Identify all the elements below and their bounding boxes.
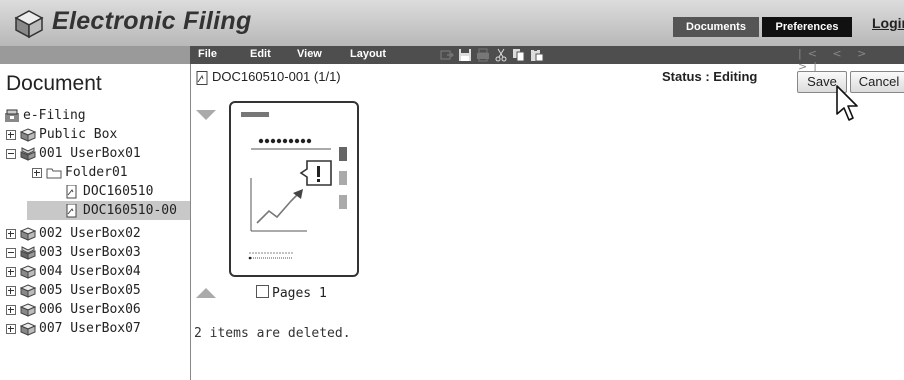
folder-icon [46, 168, 62, 178]
tree-item-label: 004 UserBox04 [39, 264, 141, 279]
expand-icon[interactable] [6, 129, 16, 140]
tree-item-label: Folder01 [65, 165, 128, 180]
save-icon[interactable] [458, 48, 472, 62]
tree-item-userbox07[interactable]: 007 UserBox07 [6, 319, 141, 338]
box-icon [20, 321, 36, 336]
tree-item-label: 003 UserBox03 [39, 245, 141, 260]
scroll-up-arrow-icon[interactable] [196, 110, 216, 120]
page-checkbox-label: Pages 1 [272, 286, 327, 301]
open-box-icon [20, 245, 36, 260]
page-thumbnail[interactable] [229, 101, 359, 277]
document-icon [196, 71, 208, 85]
page-checkbox[interactable] [256, 285, 269, 298]
tree-item-userbox01[interactable]: 001 UserBox01 [6, 144, 141, 163]
tree-item-efiling[interactable]: e-Filing [4, 106, 86, 125]
cut-icon[interactable] [494, 48, 508, 62]
expand-icon[interactable] [6, 304, 16, 315]
menu-view[interactable]: View [297, 48, 322, 60]
mouse-pointer-icon [836, 85, 858, 121]
tree-item-label: 005 UserBox05 [39, 283, 141, 298]
login-link[interactable]: Login [872, 15, 904, 31]
tree-item-label: 002 UserBox02 [39, 226, 141, 241]
tree-item-doc160510[interactable]: DOC160510 [64, 182, 153, 201]
page-navigation: |< < > >| [798, 47, 904, 73]
menubar-right: File Edit View Layout |< < > >| [190, 46, 904, 73]
tree-item-userbox03[interactable]: 003 UserBox03 [6, 243, 141, 262]
box-icon [20, 226, 36, 241]
tree-item-label: 006 UserBox06 [39, 302, 141, 317]
open-box-icon [20, 146, 36, 161]
app-header: Electronic Filing Documents Preferences … [0, 0, 904, 47]
menu-bar: File Edit View Layout |< < > >| [0, 46, 904, 73]
tree-item-label: Public Box [39, 127, 118, 142]
expand-icon[interactable] [6, 266, 16, 277]
menu-layout[interactable]: Layout [350, 48, 386, 60]
preferences-tab-button[interactable]: Preferences [762, 17, 852, 37]
collapse-icon[interactable] [6, 148, 16, 159]
panel-title: Document [6, 72, 102, 95]
collapse-icon[interactable] [6, 247, 16, 258]
tree-item-userbox04[interactable]: 004 UserBox04 [6, 262, 141, 281]
tree-item-label: DOC160510-00 [83, 203, 177, 218]
app-title: Electronic Filing [52, 7, 252, 35]
e-filing-box-icon [14, 10, 44, 39]
page-checkbox-row[interactable]: Pages 1 [256, 285, 327, 301]
tree-item-userbox02[interactable]: 002 UserBox02 [6, 224, 141, 243]
copy-icon[interactable] [512, 48, 526, 62]
box-icon [20, 283, 36, 298]
document-icon [66, 184, 77, 198]
tree-item-userbox06[interactable]: 006 UserBox06 [6, 300, 141, 319]
copy-to-icon[interactable] [440, 48, 454, 62]
tree-item-public-box[interactable]: Public Box [6, 125, 117, 144]
box-icon [20, 264, 36, 279]
expand-icon[interactable] [6, 323, 16, 334]
tree-item-userbox05[interactable]: 005 UserBox05 [6, 281, 141, 300]
tree-item-label: e-Filing [23, 108, 86, 123]
tree-item-doc160510-001[interactable]: DOC160510-00 [27, 201, 190, 220]
expand-icon[interactable] [6, 228, 16, 239]
box-icon [20, 127, 36, 142]
print-icon[interactable] [476, 48, 490, 62]
menu-file[interactable]: File [198, 48, 217, 60]
scroll-down-arrow-icon[interactable] [196, 288, 216, 298]
page-thumbnail-illustration [241, 112, 347, 260]
menu-edit[interactable]: Edit [250, 48, 271, 60]
document-icon [66, 203, 77, 217]
expand-icon[interactable] [32, 167, 42, 178]
document-tree-panel: Document e-Filing Public Box 001 UserBox… [0, 64, 191, 380]
status-text: Status : Editing [662, 69, 758, 84]
page-nav-glyphs[interactable]: |< < > >| [798, 47, 872, 73]
deleted-message: 2 items are deleted. [194, 326, 351, 341]
tree-item-label: DOC160510 [83, 184, 154, 199]
tree-item-label: 001 UserBox01 [39, 146, 141, 161]
box-icon [20, 302, 36, 317]
menubar-left-spacer [0, 46, 190, 64]
document-title: DOC160510-001 (1/1) [212, 69, 341, 84]
documents-tab-button[interactable]: Documents [673, 17, 759, 37]
efiling-root-icon [5, 109, 19, 122]
tree-item-label: 007 UserBox07 [39, 321, 141, 336]
tree-item-folder01[interactable]: Folder01 [32, 163, 128, 182]
expand-icon[interactable] [6, 285, 16, 296]
paste-icon[interactable] [530, 48, 544, 62]
